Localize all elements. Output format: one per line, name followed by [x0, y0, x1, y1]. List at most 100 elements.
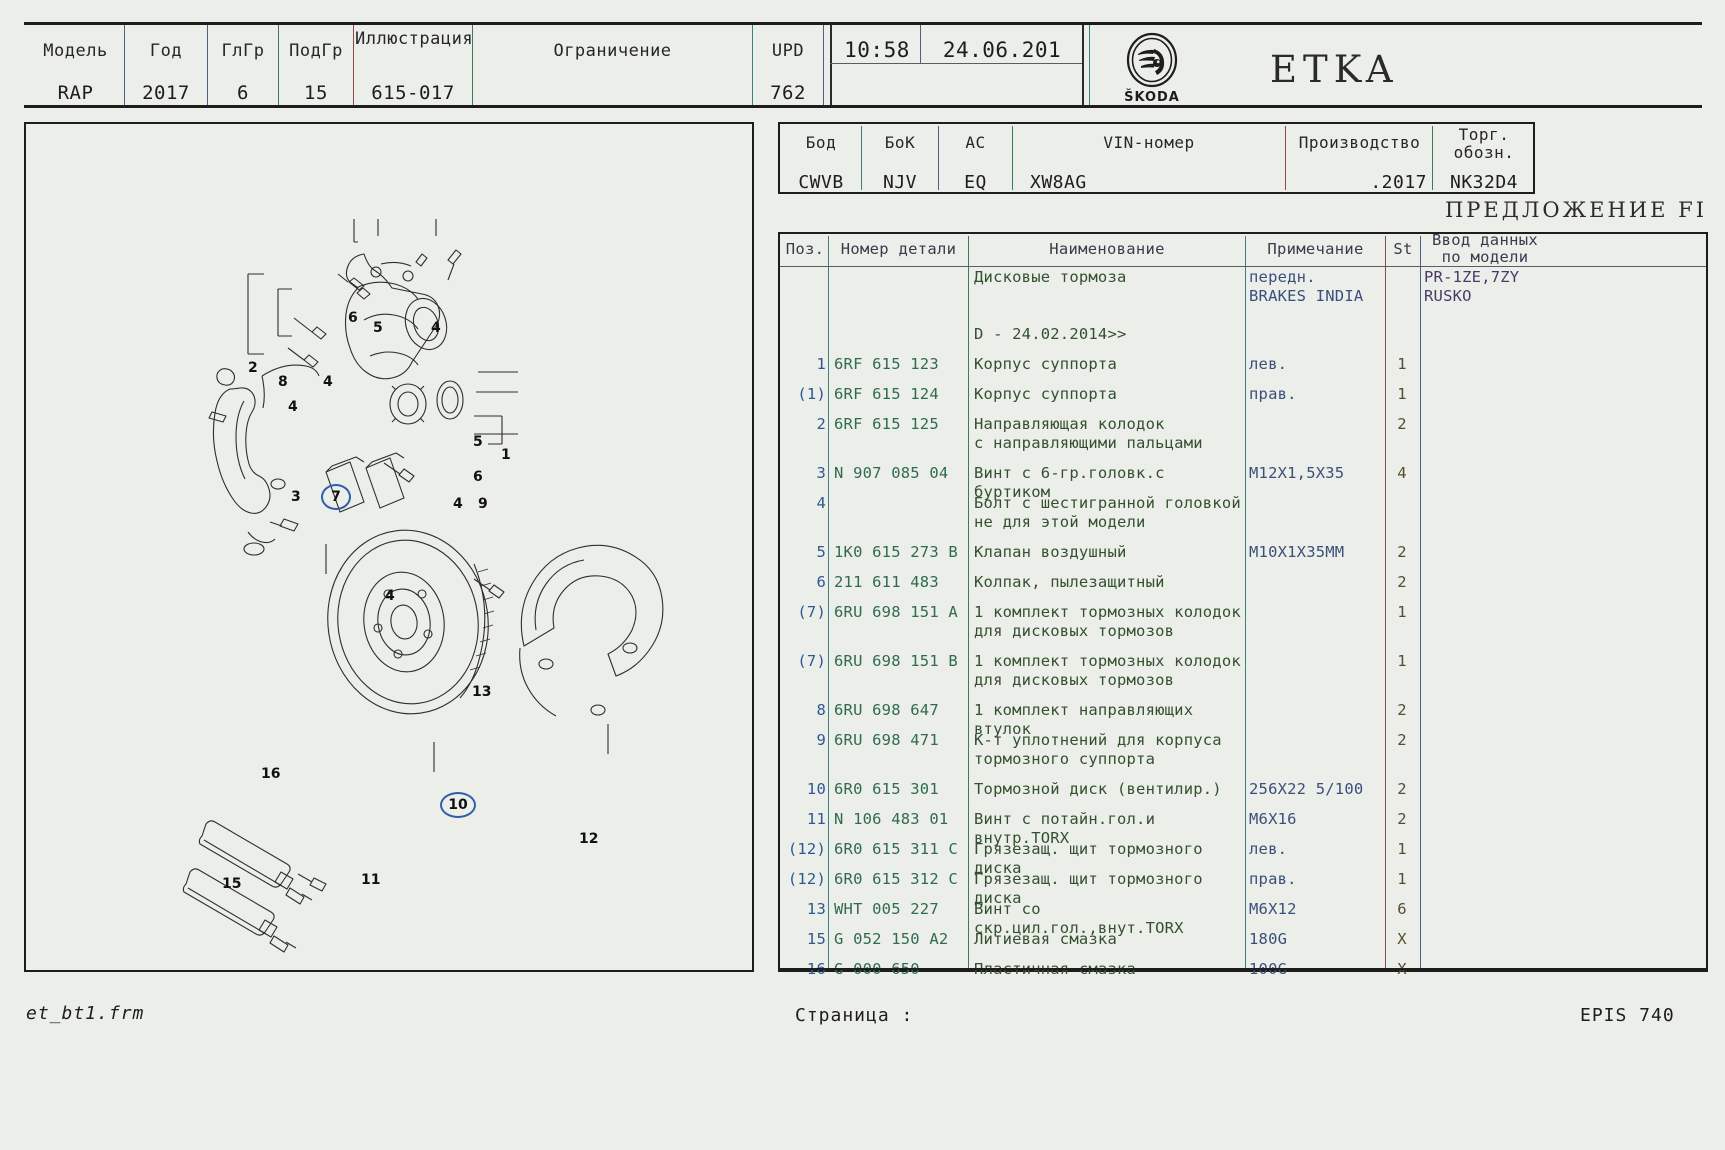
skoda-winged-arrow-icon	[1126, 32, 1178, 88]
parts-cell-pos: 9	[816, 731, 826, 749]
parts-cell-part_number: 6R0 615 312 C	[834, 870, 958, 888]
parts-cell-name: Корпус суппорта	[974, 355, 1117, 373]
parts-cell-part_number: 6RF 615 123	[834, 355, 939, 373]
parts-cell-note: M12X1,5X35	[1249, 464, 1345, 482]
parts-cell-name: 1 комплект тормозных колодок для дисковы…	[974, 603, 1241, 640]
parts-cell-pos: (12)	[787, 870, 826, 888]
footer-page: Страница :	[795, 1005, 914, 1026]
callout-4e: 4	[385, 588, 395, 604]
parts-cell-part_number: 6RU 698 151 A	[834, 603, 958, 621]
parts-cell-pos: (1)	[797, 385, 826, 403]
callout-9: 9	[478, 496, 488, 512]
parts-cell-pos: 3	[816, 464, 826, 482]
parts-cell-model: PR-1ZE,7ZY RUSKO	[1424, 268, 1520, 305]
callout-13: 13	[472, 684, 492, 700]
parts-cell-note: M6X12	[1249, 900, 1297, 918]
skoda-logo: ŠKODA	[1104, 32, 1200, 105]
parts-cell-pos: 2	[816, 415, 826, 433]
parts-cell-st: 2	[1397, 701, 1407, 719]
callout-4c: 4	[288, 399, 298, 415]
front-disc-brake-exploded-diagram	[182, 219, 664, 953]
parts-header-note: Примечание	[1267, 240, 1364, 258]
offer-label: ПРЕДЛОЖЕНИЕ FI	[1444, 198, 1707, 222]
parts-cell-part_number: G 052 150 A2	[834, 930, 949, 948]
parts-cell-pos: 1	[816, 355, 826, 373]
callout-7-highlight: 7	[321, 484, 351, 510]
parts-cell-st: 1	[1397, 652, 1407, 670]
parts-header-pos: Поз.	[785, 240, 825, 258]
parts-cell-pos: 6	[816, 573, 826, 591]
parts-cell-note: M10X1X35MM	[1249, 543, 1345, 561]
callout-6b: 6	[473, 469, 483, 485]
parts-cell-pos: 5	[816, 543, 826, 561]
parts-cell-st: 6	[1397, 900, 1407, 918]
parts-cell-st: 4	[1397, 464, 1407, 482]
header-value-year: 2017	[142, 82, 190, 104]
header-value-subgroup: 15	[304, 82, 328, 104]
vehicle-value-bok: NJV	[882, 172, 917, 193]
vehicle-value-vin: XW8AG	[1030, 172, 1087, 193]
parts-cell-name: 1 комплект тормозных колодок для дисковы…	[974, 652, 1241, 689]
header-value-illustration: 615-017	[371, 82, 455, 104]
callout-15: 15	[222, 876, 242, 892]
header-label-upd: UPD	[771, 41, 805, 61]
parts-cell-pos: 4	[816, 494, 826, 512]
parts-cell-note: 180G	[1249, 930, 1288, 948]
parts-cell-note: прав.	[1249, 870, 1297, 888]
parts-cell-part_number: 1K0 615 273 B	[834, 543, 958, 561]
parts-cell-part_number: N 106 483 01	[834, 810, 949, 828]
parts-cell-st: 2	[1397, 810, 1407, 828]
parts-cell-st: 1	[1397, 840, 1407, 858]
parts-cell-pos: (7)	[797, 652, 826, 670]
callout-5b: 5	[473, 434, 483, 450]
header-label-maingroup: ГлГр	[221, 41, 265, 61]
parts-cell-name: Болт с шестигранной головкой не для этой…	[974, 494, 1241, 531]
parts-cell-note: M6X16	[1249, 810, 1297, 828]
parts-cell-note: лев.	[1249, 840, 1288, 858]
parts-cell-part_number: 6R0 615 301	[834, 780, 939, 798]
callout-6: 6	[348, 310, 358, 326]
header-time: 10:58	[844, 38, 910, 62]
vehicle-label-vin: VIN-номер	[1103, 133, 1195, 152]
callout-5: 5	[373, 320, 383, 336]
parts-header-part-number: Номер детали	[840, 240, 957, 258]
vehicle-value-bod: CWVB	[798, 172, 844, 193]
header-label-year: Год	[149, 41, 183, 61]
callout-4d: 4	[453, 496, 463, 512]
illustration-panel: 6 5 4 2 8 4 4 3 5 1 6 4 9 4 13 12 11 16 …	[24, 122, 754, 972]
parts-cell-st: 2	[1397, 573, 1407, 591]
parts-cell-st: 2	[1397, 780, 1407, 798]
parts-cell-name: Тормозной диск (вентилир.)	[974, 780, 1222, 798]
callout-2: 2	[248, 360, 258, 376]
parts-cell-name: Клапан воздушный	[974, 543, 1127, 561]
parts-cell-name: Направляющая колодок с направляющими пал…	[974, 415, 1203, 452]
callout-4b: 4	[323, 374, 333, 390]
parts-cell-name: Дисковые тормоза	[974, 268, 1127, 286]
footer-form-name: et_bt1.frm	[26, 1003, 145, 1024]
header-label-model: Модель	[43, 41, 108, 61]
parts-cell-st: 1	[1397, 355, 1407, 373]
parts-cell-st: 2	[1397, 543, 1407, 561]
header-label-subgroup: ПодГр	[289, 41, 343, 61]
callout-8: 8	[278, 374, 288, 390]
header-date: 24.06.201	[942, 38, 1062, 62]
parts-cell-pos: 15	[806, 930, 826, 948]
parts-cell-pos: (7)	[797, 603, 826, 621]
callout-11: 11	[361, 872, 381, 888]
callout-4a: 4	[431, 320, 441, 336]
parts-cell-part_number: 211 611 483	[834, 573, 939, 591]
parts-header-name: Наименование	[1049, 240, 1165, 258]
parts-cell-name: Корпус суппорта	[974, 385, 1117, 403]
parts-cell-pos: 8	[816, 701, 826, 719]
parts-cell-part_number: 6RF 615 124	[834, 385, 939, 403]
parts-cell-st: 1	[1397, 385, 1407, 403]
parts-cell-name: К-т уплотнений для корпуса тормозного су…	[974, 731, 1222, 768]
callout-3: 3	[291, 489, 301, 505]
callout-1: 1	[501, 447, 511, 463]
skoda-wordmark: ŠKODA	[1124, 90, 1180, 105]
parts-cell-st: 2	[1397, 731, 1407, 749]
parts-cell-note: лев.	[1249, 355, 1288, 373]
parts-cell-note: прав.	[1249, 385, 1297, 403]
header-label-restriction: Ограничение	[553, 41, 672, 61]
parts-table	[778, 232, 1708, 972]
